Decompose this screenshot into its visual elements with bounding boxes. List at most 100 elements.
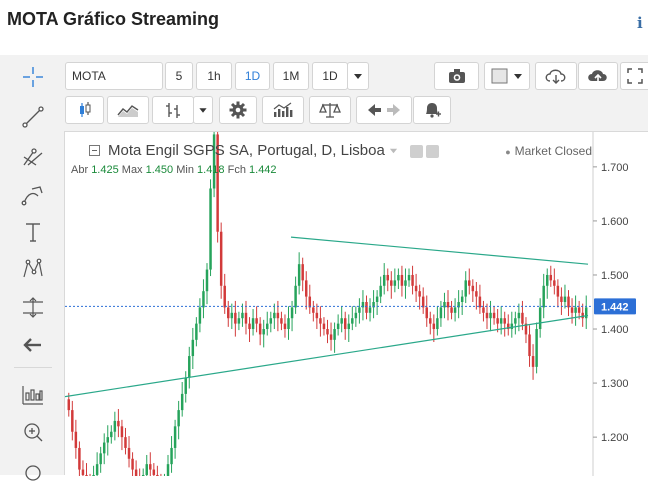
- chart-widget: MOTA 5 1h 1D 1M 1D 1.700 1.600 1.500 1.4…: [0, 55, 648, 481]
- interval-1d-alt[interactable]: 1D: [312, 62, 348, 90]
- undo-redo-icon: [368, 104, 400, 116]
- candle-body: [156, 474, 159, 476]
- hide-series-icon[interactable]: [410, 145, 423, 158]
- candle-body: [538, 307, 542, 330]
- candle-body: [546, 274, 549, 286]
- candle-body: [336, 323, 340, 330]
- style-dropdown[interactable]: [193, 96, 213, 124]
- area-style-button[interactable]: [107, 96, 149, 124]
- candle-body: [475, 291, 478, 297]
- save-cloud-button[interactable]: [578, 62, 618, 90]
- chart-panel[interactable]: 1.8001.7001.6001.5001.4001.3001.2001.100…: [64, 131, 648, 476]
- candle-body: [581, 312, 584, 319]
- candle-body: [273, 312, 276, 319]
- candle-body: [276, 312, 280, 319]
- price-axis-label: 1.500: [601, 270, 629, 282]
- candle-body: [489, 312, 492, 319]
- instrument-name: Mota Engil SGPS SA, Portugal, D, Lisboa: [108, 142, 385, 159]
- candle-body: [124, 437, 127, 448]
- candle-body: [78, 447, 81, 470]
- candle-body: [574, 307, 577, 313]
- zoom-in-icon[interactable]: [14, 415, 52, 449]
- candle-body: [503, 318, 506, 324]
- candle-body: [379, 285, 382, 297]
- price-axis-label: 1.300: [601, 378, 629, 390]
- settings-button[interactable]: [219, 96, 257, 124]
- interval-1m[interactable]: 1M: [273, 62, 309, 90]
- low-label: Min: [176, 164, 194, 176]
- candle-body: [567, 296, 570, 308]
- price-chart[interactable]: 1.8001.7001.6001.5001.4001.3001.2001.100…: [65, 132, 648, 476]
- interval-1d[interactable]: 1D: [235, 62, 270, 90]
- camera-button[interactable]: [434, 62, 479, 90]
- pattern-icon[interactable]: [14, 252, 52, 286]
- compare-button[interactable]: [309, 96, 351, 124]
- candle-body: [287, 318, 290, 330]
- info-icon[interactable]: i: [637, 14, 643, 32]
- brush-icon[interactable]: [14, 178, 52, 212]
- candle-body: [354, 312, 358, 319]
- candle-body: [166, 464, 170, 476]
- candle-body: [99, 453, 102, 465]
- trend-line-icon[interactable]: [14, 100, 52, 134]
- camera-icon: [448, 69, 465, 83]
- chevron-down-icon[interactable]: [389, 146, 398, 155]
- candle-body: [230, 312, 234, 319]
- candle-body: [202, 291, 205, 308]
- interval-dropdown[interactable]: [347, 62, 369, 90]
- candle-body: [131, 458, 134, 470]
- candle-body: [343, 318, 347, 330]
- text-icon[interactable]: [14, 215, 52, 249]
- candle-body: [446, 302, 450, 308]
- back-arrow-icon[interactable]: [14, 328, 52, 362]
- bell-plus-icon: [426, 103, 441, 118]
- measure-icon[interactable]: [14, 290, 52, 324]
- close-value: 1.442: [249, 164, 277, 176]
- fork-icon[interactable]: [14, 139, 52, 173]
- candle-body: [333, 329, 336, 340]
- fullscreen-button[interactable]: [620, 62, 648, 90]
- open-value: 1.425: [91, 164, 119, 176]
- ohlc-bars-icon: [166, 103, 180, 118]
- scales-icon: [319, 103, 341, 118]
- area-chart-icon: [117, 105, 139, 117]
- candle-body: [149, 464, 152, 470]
- candle-body: [71, 410, 74, 432]
- interval-5[interactable]: 5: [165, 62, 193, 90]
- candle-body: [304, 280, 308, 297]
- candle-body: [237, 318, 241, 324]
- load-cloud-button[interactable]: [535, 62, 577, 90]
- candle-body: [421, 296, 425, 308]
- candle-body: [521, 312, 524, 324]
- candle-body: [95, 464, 99, 475]
- settings-tool-icon[interactable]: [14, 453, 52, 487]
- gear-icon: [229, 101, 247, 119]
- candle-body: [223, 285, 226, 308]
- chart-type-icon[interactable]: [14, 378, 52, 412]
- candle-body: [468, 280, 471, 286]
- candle-body: [319, 318, 322, 324]
- cloud-upload-icon: [588, 70, 607, 83]
- symbol-input[interactable]: MOTA: [65, 62, 163, 90]
- candle-body: [397, 274, 400, 281]
- page-title: MOTA Gráfico Streaming: [7, 9, 220, 29]
- undo-redo-group[interactable]: [356, 96, 412, 124]
- bars-style-button[interactable]: [152, 96, 194, 124]
- candles-style-button[interactable]: [65, 96, 104, 124]
- candle-body: [499, 318, 503, 324]
- add-alert-button[interactable]: [413, 96, 451, 124]
- series-settings-icon[interactable]: [426, 145, 439, 158]
- candle-body: [269, 318, 273, 324]
- crosshair-icon[interactable]: [14, 60, 52, 94]
- support-trend-line: [65, 314, 589, 398]
- color-picker[interactable]: [484, 62, 530, 90]
- resistance-trend-line: [290, 236, 589, 265]
- candle-body: [514, 318, 517, 324]
- candle-body: [280, 318, 283, 324]
- candle-body: [411, 274, 414, 286]
- candle-body: [400, 274, 404, 286]
- indicators-button[interactable]: [262, 96, 304, 124]
- interval-1h[interactable]: 1h: [196, 62, 232, 90]
- market-status: Market Closed: [505, 144, 592, 158]
- collapse-legend-icon[interactable]: [89, 145, 100, 156]
